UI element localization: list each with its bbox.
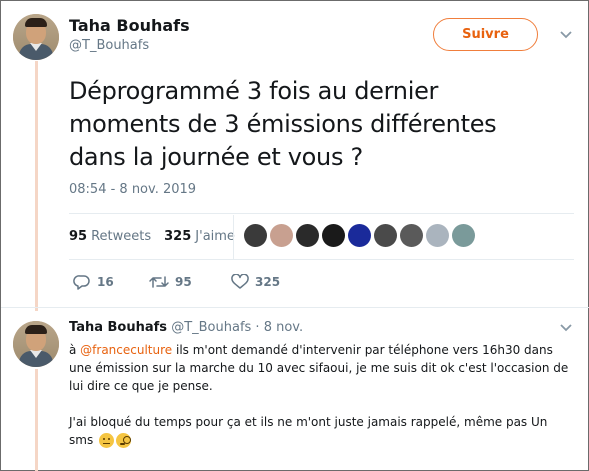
- divider: [69, 213, 574, 214]
- face-with-monocle-icon: [116, 433, 132, 448]
- likes-stat[interactable]: 325 J'aime: [164, 229, 235, 244]
- mention-link[interactable]: @franceculture: [80, 343, 172, 357]
- retweet-action[interactable]: 95: [149, 274, 192, 290]
- divider: [69, 259, 574, 260]
- retweets-count: 95: [69, 229, 88, 244]
- liker-avatar[interactable]: [270, 224, 293, 247]
- reply-header: Taha Bouhafs @T_Bouhafs · 8 nov.: [69, 320, 303, 335]
- liker-avatar[interactable]: [244, 224, 267, 247]
- author-handle[interactable]: @T_Bouhafs: [69, 38, 149, 53]
- tweet-text-line: Déprogrammé 3 fois au dernier: [69, 77, 439, 105]
- follow-button[interactable]: Suivre: [433, 18, 538, 51]
- liker-avatar[interactable]: [452, 224, 475, 247]
- reply-count: 16: [97, 275, 114, 289]
- liker-avatar[interactable]: [374, 224, 397, 247]
- like-count: 325: [255, 275, 281, 289]
- retweet-icon: [149, 274, 169, 290]
- avatar[interactable]: [13, 14, 59, 60]
- thread-line-reply: [35, 369, 38, 471]
- tweet-text: Déprogrammé 3 fois au dernier moments de…: [69, 75, 569, 174]
- tweet-timestamp[interactable]: 08:54 - 8 nov. 2019: [69, 182, 196, 197]
- thread-line: [35, 61, 38, 311]
- retweet-count: 95: [175, 275, 192, 289]
- chevron-down-icon[interactable]: [559, 30, 573, 40]
- tweet-text-line: moments de 3 émissions différentes: [69, 110, 497, 138]
- likes-count: 325: [164, 229, 192, 244]
- likers-avatars: [244, 224, 475, 247]
- reply-paragraph: J'ai bloqué du temps pour ça et ils ne m…: [69, 413, 569, 449]
- likes-label: J'aime: [195, 229, 235, 244]
- mention-prefix: à: [69, 343, 81, 357]
- chevron-down-icon[interactable]: [559, 323, 573, 333]
- liker-avatar[interactable]: [400, 224, 423, 247]
- liker-avatar[interactable]: [322, 224, 345, 247]
- author-name[interactable]: Taha Bouhafs: [69, 16, 190, 35]
- meta-separator: ·: [251, 320, 264, 335]
- tweet-text-line: dans la journée et vous ?: [69, 143, 363, 171]
- retweets-label: Retweets: [91, 229, 152, 244]
- reply-icon: [73, 274, 91, 290]
- retweets-stat[interactable]: 95 Retweets: [69, 229, 151, 244]
- reply-action[interactable]: 16: [73, 274, 114, 290]
- neutral-face-icon: [99, 433, 115, 448]
- like-action[interactable]: 325: [231, 274, 280, 290]
- reply-text-body: J'ai bloqué du temps pour ça et ils ne m…: [69, 415, 548, 447]
- reply-text: à @franceculture ils m'ont demandé d'int…: [69, 341, 569, 467]
- reply-date[interactable]: 8 nov.: [264, 320, 303, 335]
- tweet-page: Taha Bouhafs @T_Bouhafs Suivre Déprogram…: [0, 0, 589, 471]
- liker-avatar[interactable]: [296, 224, 319, 247]
- reply-author-handle[interactable]: @T_Bouhafs: [171, 320, 251, 335]
- avatar[interactable]: [13, 321, 59, 367]
- divider: [1, 307, 589, 308]
- reply-paragraph: à @franceculture ils m'ont demandé d'int…: [69, 341, 569, 395]
- tweet-stats: 95 Retweets 325 J'aime: [69, 229, 235, 244]
- heart-icon: [231, 274, 249, 290]
- reply-author-name[interactable]: Taha Bouhafs: [69, 320, 167, 335]
- liker-avatar[interactable]: [426, 224, 449, 247]
- stats-separator: [233, 215, 234, 259]
- liker-avatar[interactable]: [348, 224, 371, 247]
